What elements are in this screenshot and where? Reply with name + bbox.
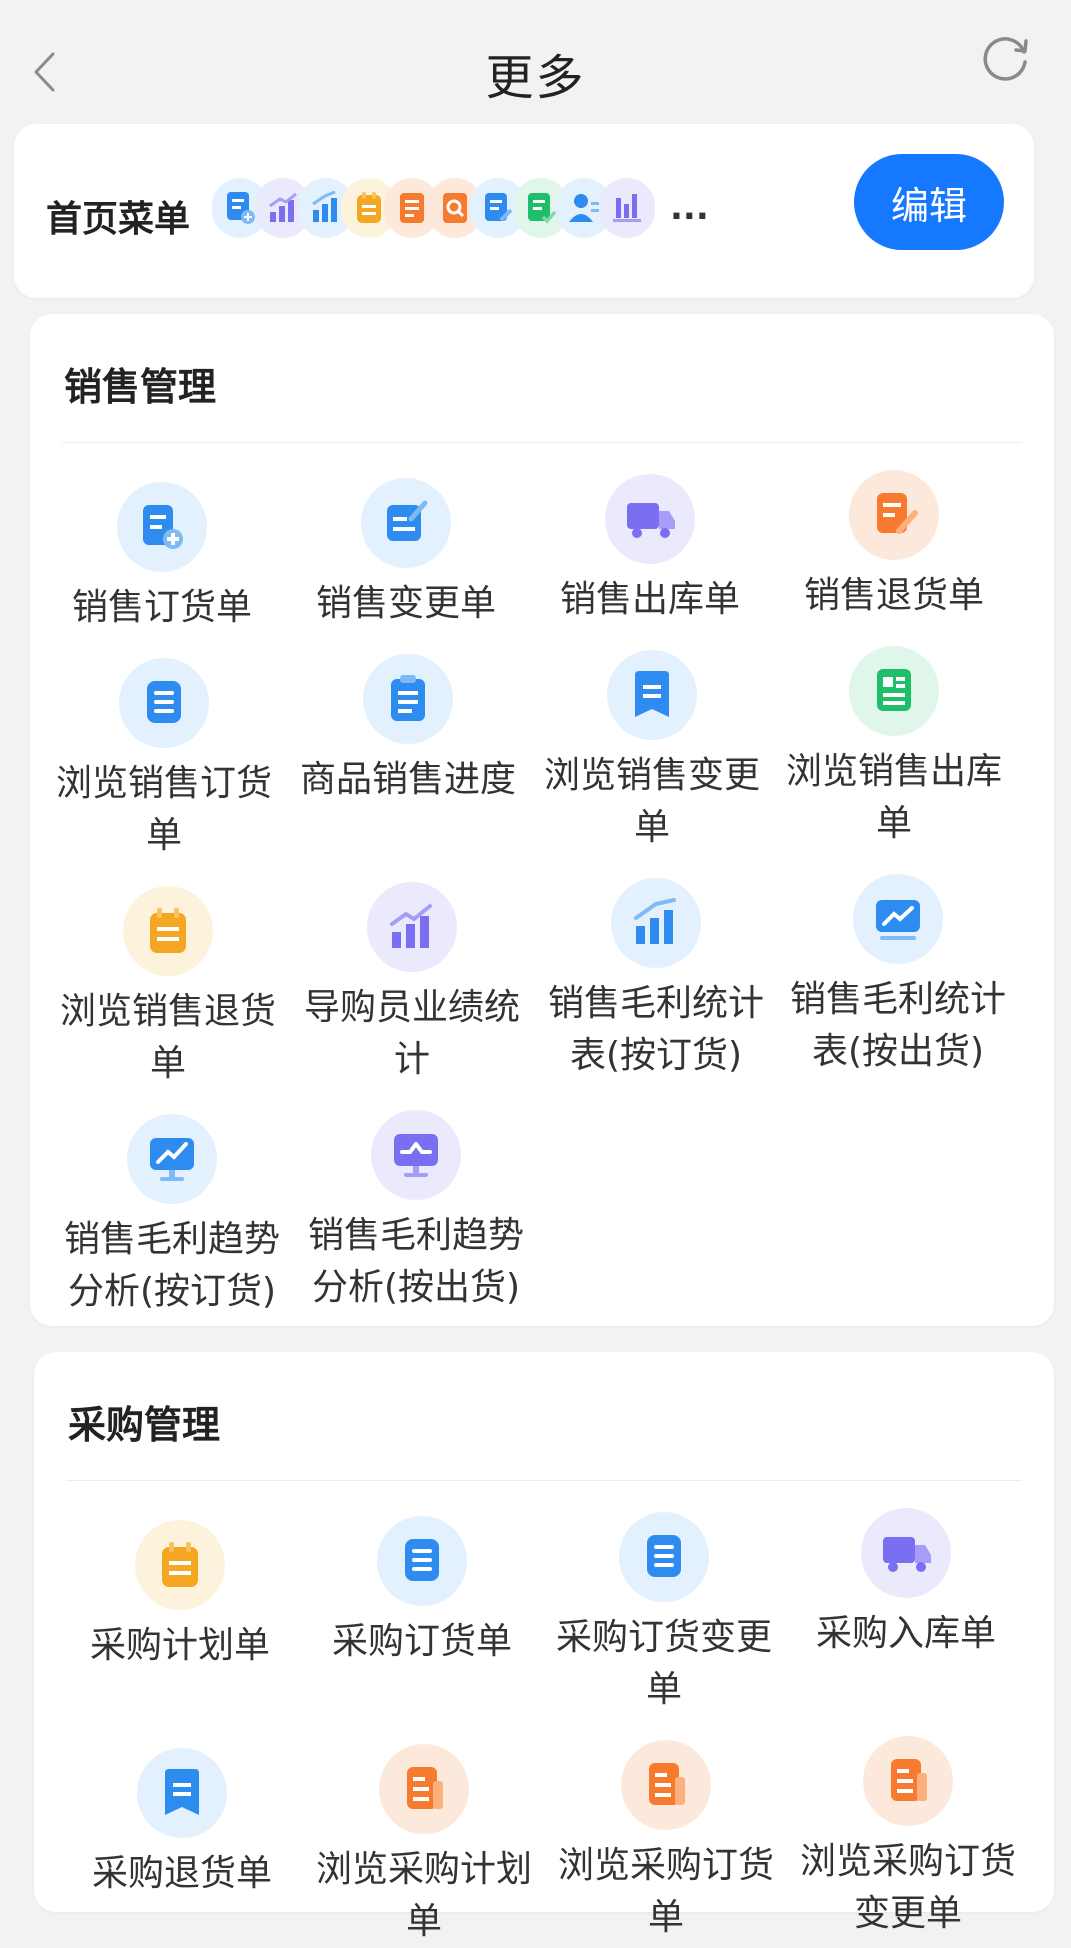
menu-item-purchase-inbound[interactable]: 采购入库单 — [786, 1508, 1026, 1660]
menu-item-label: 采购订货变更单 — [555, 1617, 772, 1710]
menu-item-label: 销售毛利趋势分析(按订货) — [63, 1219, 280, 1312]
truck-icon — [605, 474, 695, 564]
refresh-icon — [983, 37, 1028, 81]
section-title-purchase: 采购管理 — [68, 1403, 221, 1447]
menu-item-purchase-order[interactable]: 采购订货单 — [302, 1516, 542, 1668]
sales-management-card: 销售管理 销售订货单 销售变更单 销售出库单 销售退货单 浏览销售订货单 商品销… — [30, 314, 1054, 1326]
menu-item-gross-profit-trend-by-shipment[interactable]: 销售毛利趋势分析(按出货) — [296, 1110, 536, 1314]
menu-item-label: 浏览采购订货变更单 — [799, 1841, 1016, 1934]
list-icon — [377, 1516, 467, 1606]
menu-item-gross-profit-trend-by-order[interactable]: 销售毛利趋势分析(按订货) — [52, 1114, 292, 1318]
menu-item-label: 销售出库单 — [559, 579, 740, 620]
menu-item-browse-sales-return[interactable]: 浏览销售退货单 — [48, 886, 288, 1090]
bar-stats-icon — [599, 178, 655, 238]
menu-item-label: 浏览采购订货单 — [557, 1845, 774, 1938]
menu-item-browse-sales-outbound[interactable]: 浏览销售出库单 — [774, 646, 1014, 850]
menu-item-label: 浏览销售订货单 — [55, 763, 272, 856]
menu-item-purchase-order-change[interactable]: 采购订货变更单 — [544, 1512, 784, 1716]
menu-item-label: 采购入库单 — [815, 1613, 996, 1654]
menu-item-label: 销售退货单 — [803, 575, 984, 616]
menu-item-shopping-guide-performance[interactable]: 导购员业绩统计 — [292, 882, 532, 1086]
bookmark-icon — [137, 1748, 227, 1838]
menu-item-gross-profit-by-order[interactable]: 销售毛利统计表(按订货) — [536, 878, 776, 1082]
monitor-wave-icon — [371, 1110, 461, 1200]
menu-item-label: 销售毛利趋势分析(按出货) — [307, 1215, 524, 1308]
report-doc-icon — [621, 1740, 711, 1830]
page-title: 更多 — [485, 50, 586, 106]
menu-item-browse-purchase-order-change[interactable]: 浏览采购订货变更单 — [788, 1736, 1028, 1940]
top-bar: 更多 — [0, 0, 1071, 130]
bar-chart-icon — [611, 878, 701, 968]
trend-card-icon — [853, 874, 943, 964]
report-doc-icon — [379, 1744, 469, 1834]
divider — [66, 1480, 1022, 1481]
list-icon — [619, 1512, 709, 1602]
home-menu-label: 首页菜单 — [46, 199, 191, 240]
menu-item-purchase-plan[interactable]: 采购计划单 — [60, 1520, 300, 1672]
menu-item-label: 浏览销售出库单 — [785, 751, 1002, 844]
notepad-icon — [123, 886, 213, 976]
refresh-button[interactable] — [978, 30, 1034, 86]
receipt-icon — [849, 646, 939, 736]
truck-icon — [861, 1508, 951, 1598]
edit-button[interactable]: 编辑 — [854, 154, 1004, 250]
menu-item-label: 销售订货单 — [71, 587, 252, 628]
menu-item-label: 销售毛利统计表(按出货) — [789, 979, 1006, 1072]
notepad-icon — [135, 1520, 225, 1610]
menu-item-sales-outbound[interactable]: 销售出库单 — [530, 474, 770, 626]
menu-item-browse-sales-change[interactable]: 浏览销售变更单 — [532, 650, 772, 854]
menu-item-label: 浏览销售退货单 — [59, 991, 276, 1084]
bookmark-icon — [607, 650, 697, 740]
monitor-trend-icon — [127, 1114, 217, 1204]
menu-item-browse-sales-order[interactable]: 浏览销售订货单 — [44, 658, 284, 862]
report-doc-icon — [863, 1736, 953, 1826]
order-add-icon — [117, 482, 207, 572]
menu-item-label: 导购员业绩统计 — [303, 987, 520, 1080]
menu-item-product-sales-progress[interactable]: 商品销售进度 — [288, 654, 528, 806]
edit-doc-icon — [361, 478, 451, 568]
home-menu-icons — [212, 178, 655, 250]
bar-chart-up-icon — [367, 882, 457, 972]
list-icon — [119, 658, 209, 748]
menu-item-sales-order[interactable]: 销售订货单 — [42, 482, 282, 634]
clipboard-icon — [363, 654, 453, 744]
divider — [62, 442, 1022, 443]
menu-item-sales-return[interactable]: 销售退货单 — [774, 470, 1014, 622]
menu-item-label: 销售毛利统计表(按订货) — [547, 983, 764, 1076]
menu-item-label: 采购订货单 — [331, 1621, 512, 1662]
section-title-sales: 销售管理 — [64, 365, 217, 409]
menu-item-label: 浏览销售变更单 — [543, 755, 760, 848]
menu-item-label: 商品销售进度 — [299, 759, 516, 800]
menu-item-purchase-return[interactable]: 采购退货单 — [62, 1748, 302, 1900]
menu-item-label: 采购退货单 — [91, 1853, 272, 1894]
purchase-management-card: 采购管理 采购计划单 采购订货单 采购订货变更单 采购入库单 采购退货单 浏览采… — [34, 1352, 1054, 1942]
menu-item-label: 采购计划单 — [89, 1625, 270, 1666]
menu-item-sales-change[interactable]: 销售变更单 — [286, 478, 526, 630]
menu-item-browse-purchase-order[interactable]: 浏览采购订货单 — [546, 1740, 786, 1944]
home-menu-card: 首页菜单 ... 编辑 — [14, 124, 1034, 298]
menu-item-label: 销售变更单 — [315, 583, 496, 624]
menu-item-gross-profit-by-shipment[interactable]: 销售毛利统计表(按出货) — [778, 874, 1018, 1078]
menu-item-label: 浏览采购计划单 — [315, 1849, 532, 1942]
more-ellipsis: ... — [670, 188, 709, 228]
return-doc-icon — [849, 470, 939, 560]
menu-item-browse-purchase-plan[interactable]: 浏览采购计划单 — [304, 1744, 544, 1948]
